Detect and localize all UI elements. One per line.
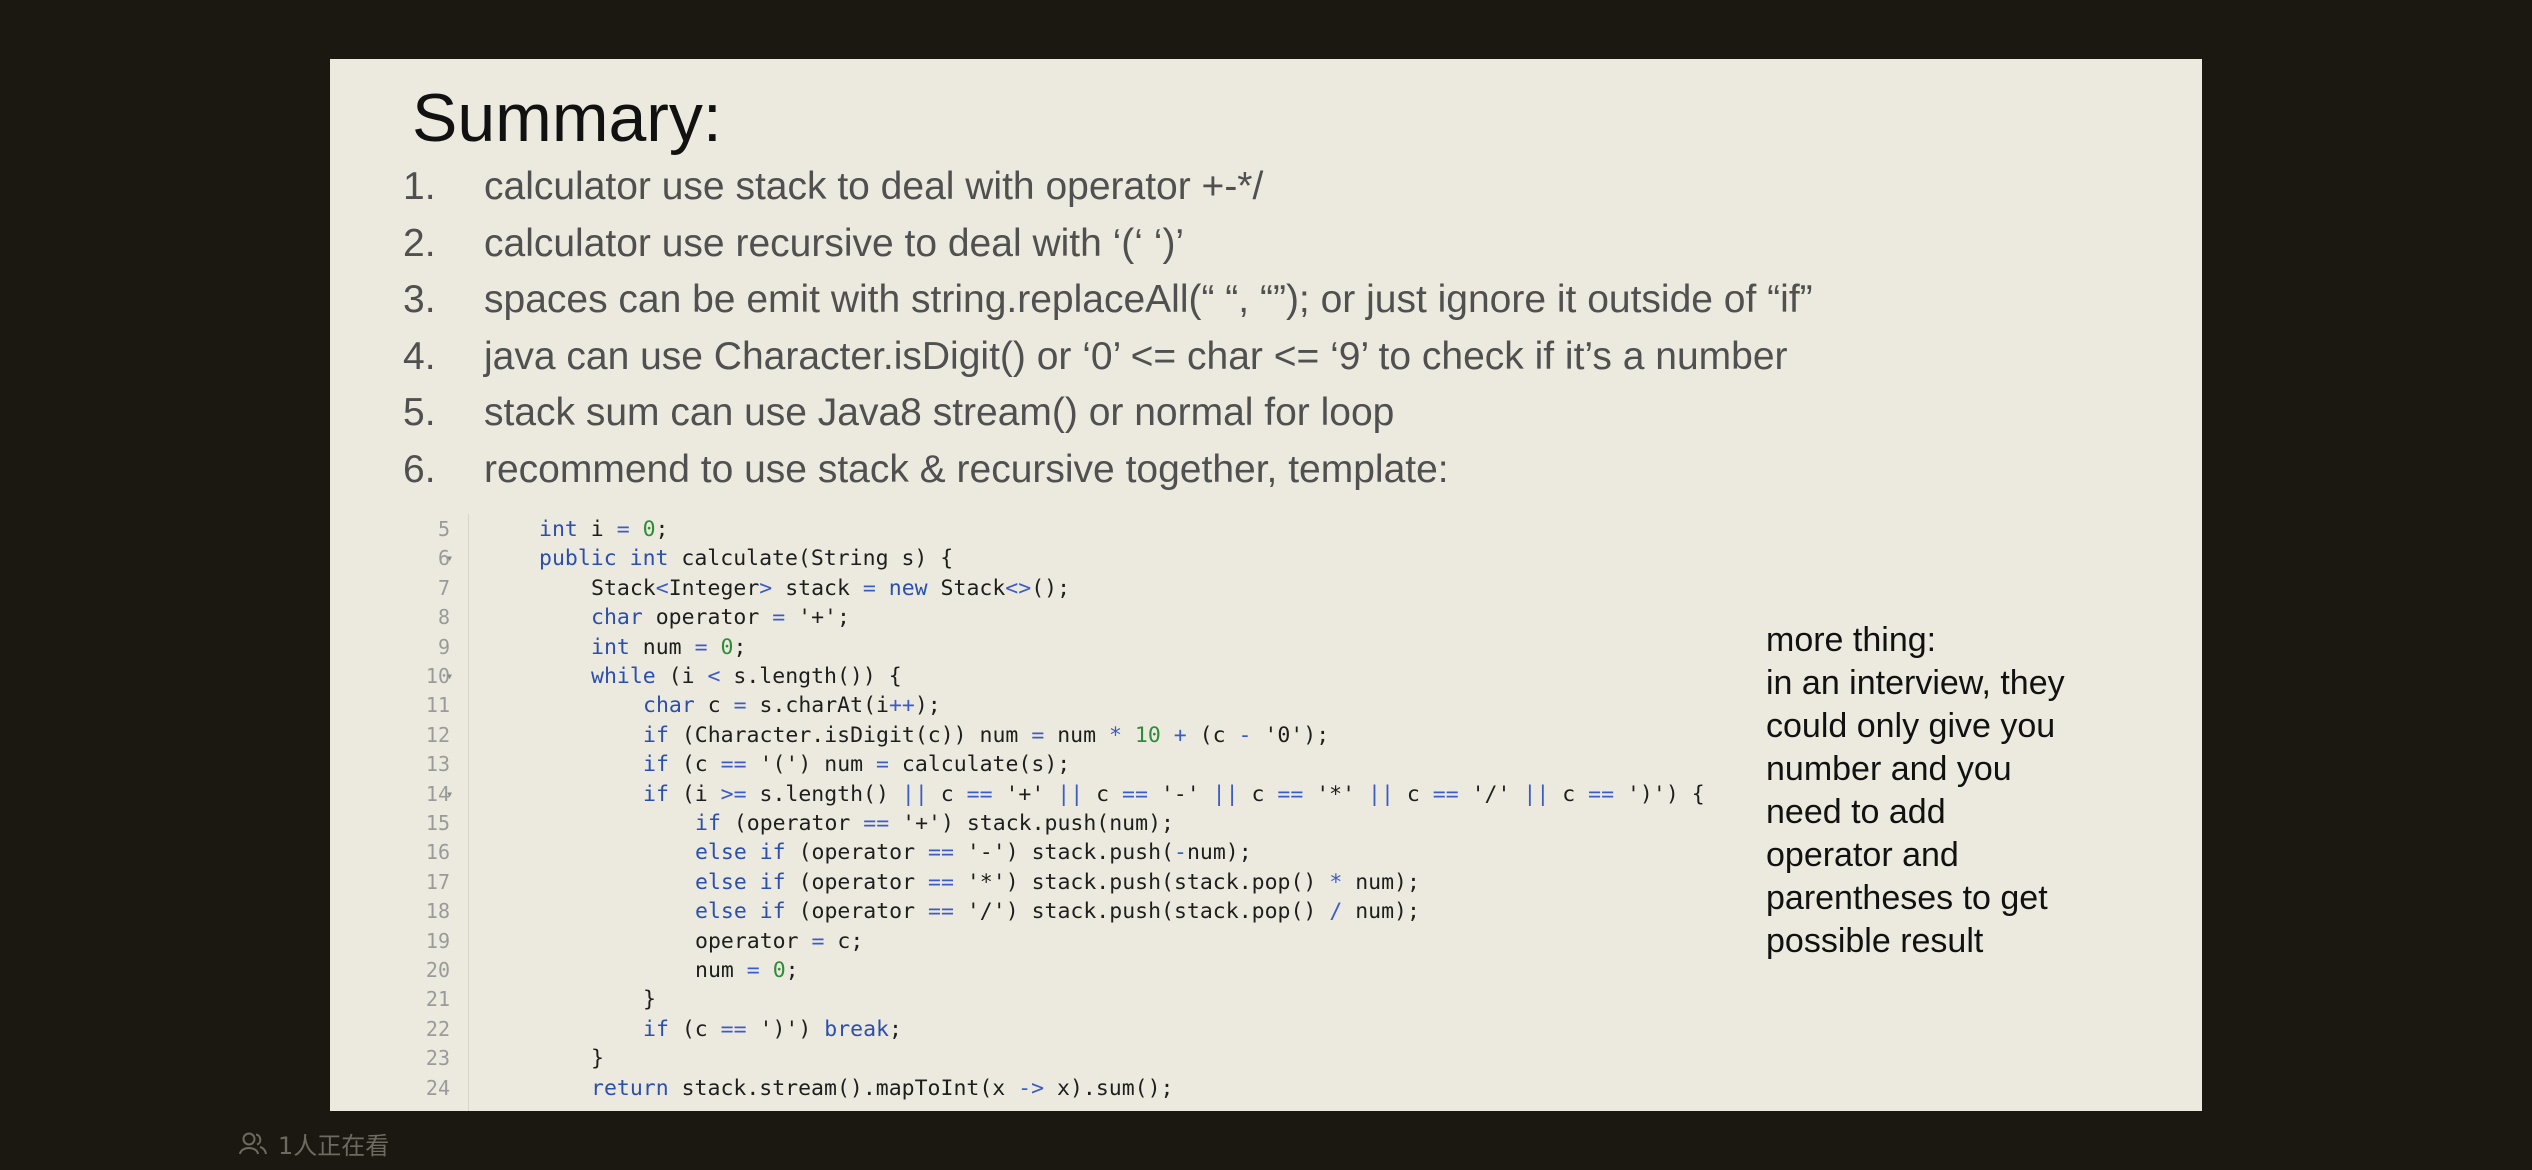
code-line-number: 24 (425, 1075, 450, 1100)
code-line: 5 int i = 0; (330, 515, 1730, 544)
viewer-count: 1人正在看 (238, 1126, 389, 1161)
code-line-text: } (643, 987, 656, 1013)
code-line: 18 else if (operator == '/') stack.push(s… (330, 897, 1730, 926)
summary-item-text: java can use Character.isDigit() or ‘0’ … (484, 334, 1788, 378)
code-line: 22 if (c == ')') break; (330, 1015, 1730, 1044)
code-line-number: 19 (425, 928, 450, 953)
code-line-number: 17 (425, 869, 450, 894)
code-line-number: 14 (425, 781, 450, 806)
fold-arrow-icon[interactable]: ▾ (446, 544, 453, 573)
side-note: more thing: in an interview, they could … (1766, 619, 2146, 963)
code-line: 13 if (c == '(') num = calculate(s); (330, 750, 1730, 779)
code-line-number: 9 (437, 634, 450, 659)
code-line-number: 20 (425, 958, 450, 982)
code-line: 16 else if (operator == '-') stack.push(-… (330, 838, 1730, 867)
code-line-number: 15 (425, 811, 450, 835)
code-line-text: num = 0; (695, 958, 799, 983)
code-line: 12 if (Character.isDigit(c)) num = num * … (330, 721, 1730, 750)
code-line-text: if (i >= s.length() || c == '+' || c == … (643, 781, 1705, 807)
code-line-text: int i = 0; (539, 517, 669, 542)
code-line-number: 22 (425, 1016, 450, 1041)
code-line: 9 int num = 0; (330, 633, 1730, 662)
code-line-number: 8 (437, 605, 450, 630)
code-line: 7 Stack<Integer> stack = new Stack<>(); (330, 574, 1730, 603)
side-note-line: operator and (1766, 836, 1959, 874)
side-note-line: number and you (1766, 750, 2012, 788)
code-line-text: if (operator == '+') stack.push(num); (695, 811, 1174, 836)
summary-item-number: 6. (403, 447, 436, 491)
code-line-text: int num = 0; (591, 634, 747, 660)
code-line-text: else if (operator == '*') stack.push(sta… (695, 869, 1420, 895)
code-line-text: if (Character.isDigit(c)) num = num * 10… (643, 722, 1330, 748)
code-line-text: } (591, 1046, 604, 1072)
code-line: 11 char c = s.charAt(i++); (330, 691, 1730, 720)
code-line-text: while (i < s.length()) { (591, 664, 902, 689)
side-note-line: possible result (1766, 922, 1984, 960)
code-line: 17 else if (operator == '*') stack.push(s… (330, 868, 1730, 897)
code-line-text: Stack<Integer> stack = new Stack<>(); (591, 575, 1071, 601)
code-line: 15 if (operator == '+') stack.push(num); (330, 809, 1730, 838)
code-line-number: 5 (437, 517, 450, 541)
summary-item-text: calculator use stack to deal with operat… (484, 165, 1264, 208)
code-line-number: 21 (425, 987, 450, 1012)
side-note-line: could only give you (1766, 707, 2056, 745)
code-line-number: 16 (425, 840, 450, 865)
code-line: 20 num = 0; (330, 956, 1730, 985)
slide-title: Summary: (412, 80, 722, 156)
summary-item-number: 2. (403, 221, 436, 265)
summary-item-text: calculator use recursive to deal with ‘(… (484, 221, 1185, 265)
code-line-number: 18 (425, 899, 450, 924)
code-line: 6 ▾ public int calculate(String s) { (330, 544, 1730, 573)
video-player-stage: Summary: 1. calculator use stack to deal… (0, 0, 2532, 1170)
code-line-text: public int calculate(String s) { (539, 546, 954, 572)
code-line-number: 10 (425, 664, 450, 688)
summary-item-text: recommend to use stack & recursive toget… (484, 447, 1449, 491)
side-note-line: in an interview, they (1766, 664, 2065, 702)
code-line-text: char c = s.charAt(i++); (643, 693, 941, 719)
viewer-count-text: 1人正在看 (278, 1132, 390, 1160)
code-line-number: 11 (425, 693, 450, 718)
summary-item-number: 4. (403, 334, 436, 378)
code-line: 24 return stack.stream().mapToInt(x -> x)… (330, 1074, 1730, 1103)
code-line-text: char operator = '+'; (591, 605, 850, 631)
code-line: 19 operator = c; (330, 927, 1730, 956)
code-line-number: 12 (425, 722, 450, 747)
summary-item-number: 1. (403, 165, 436, 208)
code-line-number: 7 (437, 575, 450, 600)
summary-item-text: stack sum can use Java8 stream() or norm… (484, 391, 1395, 435)
fold-arrow-icon[interactable]: ▾ (446, 780, 453, 809)
code-line-number: 13 (425, 752, 450, 777)
code-line: 21} (330, 985, 1730, 1014)
side-note-line: parentheses to get (1766, 879, 2048, 917)
code-line: 10 ▾ while (i < s.length()) { (330, 662, 1730, 691)
code-line: 8 char operator = '+'; (330, 603, 1730, 632)
code-line-text: if (c == '(') num = calculate(s); (643, 752, 1071, 778)
summary-item-number: 5. (403, 391, 436, 435)
summary-item-number: 3. (403, 278, 436, 322)
code-line-text: else if (operator == '/') stack.push(sta… (695, 899, 1420, 925)
code-line-text: operator = c; (695, 928, 864, 954)
code-line-text: else if (operator == '-') stack.push(-nu… (695, 840, 1252, 866)
code-line-text: return stack.stream().mapToInt(x -> x).s… (591, 1075, 1174, 1101)
code-line: 23} (330, 1044, 1730, 1073)
code-snippet: 5 int i = 0; 6 ▾ public int calculate(String… (330, 514, 1730, 1111)
side-note-line: need to add (1766, 793, 1946, 831)
people-icon (238, 1131, 268, 1157)
side-note-line: more thing: (1766, 621, 1937, 659)
summary-item-text: spaces can be emit with string.replaceAl… (484, 278, 1813, 322)
code-line-text: if (c == ')') break; (643, 1016, 902, 1042)
code-line: 14 ▾ if (i >= s.length() || c == '+' || c … (330, 780, 1730, 809)
fold-arrow-icon[interactable]: ▾ (446, 662, 453, 691)
code-line-number: 23 (425, 1046, 450, 1071)
code-line-number: 6 (437, 546, 450, 571)
presentation-slide: Summary: 1. calculator use stack to deal… (330, 59, 2202, 1111)
